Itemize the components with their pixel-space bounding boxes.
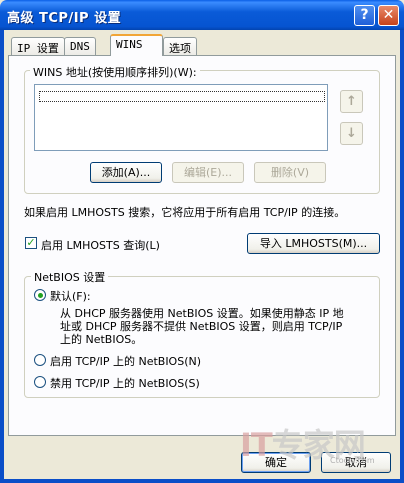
tab-wins[interactable]: WINS bbox=[110, 34, 163, 56]
radio-disable-netbios-label[interactable]: 禁用 TCP/IP 上的 NetBIOS(S) bbox=[50, 375, 200, 391]
radio-enable-netbios-label[interactable]: 启用 TCP/IP 上的 NetBIOS(N) bbox=[50, 353, 201, 369]
radio-default[interactable] bbox=[34, 289, 46, 301]
arrow-down-icon: ↓ bbox=[346, 126, 357, 141]
radio-default-label[interactable]: 默认(F): bbox=[50, 288, 91, 304]
window-frame-left bbox=[0, 30, 4, 483]
tab-options[interactable]: 选项 bbox=[163, 37, 197, 55]
arrow-up-icon: ↑ bbox=[346, 94, 357, 109]
move-up-button[interactable]: ↑ bbox=[340, 90, 363, 113]
window-title: 高级 TCP/IP 设置 bbox=[7, 11, 122, 26]
wins-list-focus-row[interactable] bbox=[39, 91, 325, 102]
lmhosts-info-text: 如果启用 LMHOSTS 搜索，它将应用于所有启用 TCP/IP 的连接。 bbox=[24, 206, 346, 219]
radio-enable-netbios[interactable] bbox=[34, 354, 46, 366]
import-lmhosts-button[interactable]: 导入 LMHOSTS(M)... bbox=[247, 233, 380, 254]
default-description-line-3: 上的 NetBIOS。 bbox=[60, 333, 143, 346]
radio-disable-netbios[interactable] bbox=[34, 376, 46, 388]
close-icon: ✕ bbox=[382, 7, 395, 23]
delete-button[interactable]: 删除(V) bbox=[254, 162, 326, 183]
tab-dns[interactable]: DNS bbox=[64, 37, 96, 55]
wins-group-label: WINS 地址(按使用顺序排列)(W): bbox=[30, 64, 200, 80]
lmhosts-checkbox-label[interactable]: 启用 LMHOSTS 查询(L) bbox=[41, 237, 160, 253]
close-button[interactable]: ✕ bbox=[378, 5, 399, 26]
lmhosts-checkbox[interactable]: ✓ bbox=[25, 237, 37, 249]
edit-button[interactable]: 编辑(E)... bbox=[172, 162, 244, 183]
netbios-group-label: NetBIOS 设置 bbox=[31, 269, 109, 285]
add-button[interactable]: 添加(A)... bbox=[90, 162, 162, 183]
tab-ip-settings[interactable]: IP 设置 bbox=[11, 37, 65, 55]
check-icon: ✓ bbox=[26, 236, 36, 249]
help-icon: ? bbox=[360, 7, 369, 23]
watermark-url: Ctocio.com bbox=[330, 456, 375, 465]
window-frame-right bbox=[400, 30, 404, 483]
move-down-button[interactable]: ↓ bbox=[340, 122, 363, 145]
help-button[interactable]: ? bbox=[354, 5, 375, 26]
radio-selected-dot bbox=[38, 293, 43, 298]
window-frame-bottom bbox=[0, 479, 404, 483]
